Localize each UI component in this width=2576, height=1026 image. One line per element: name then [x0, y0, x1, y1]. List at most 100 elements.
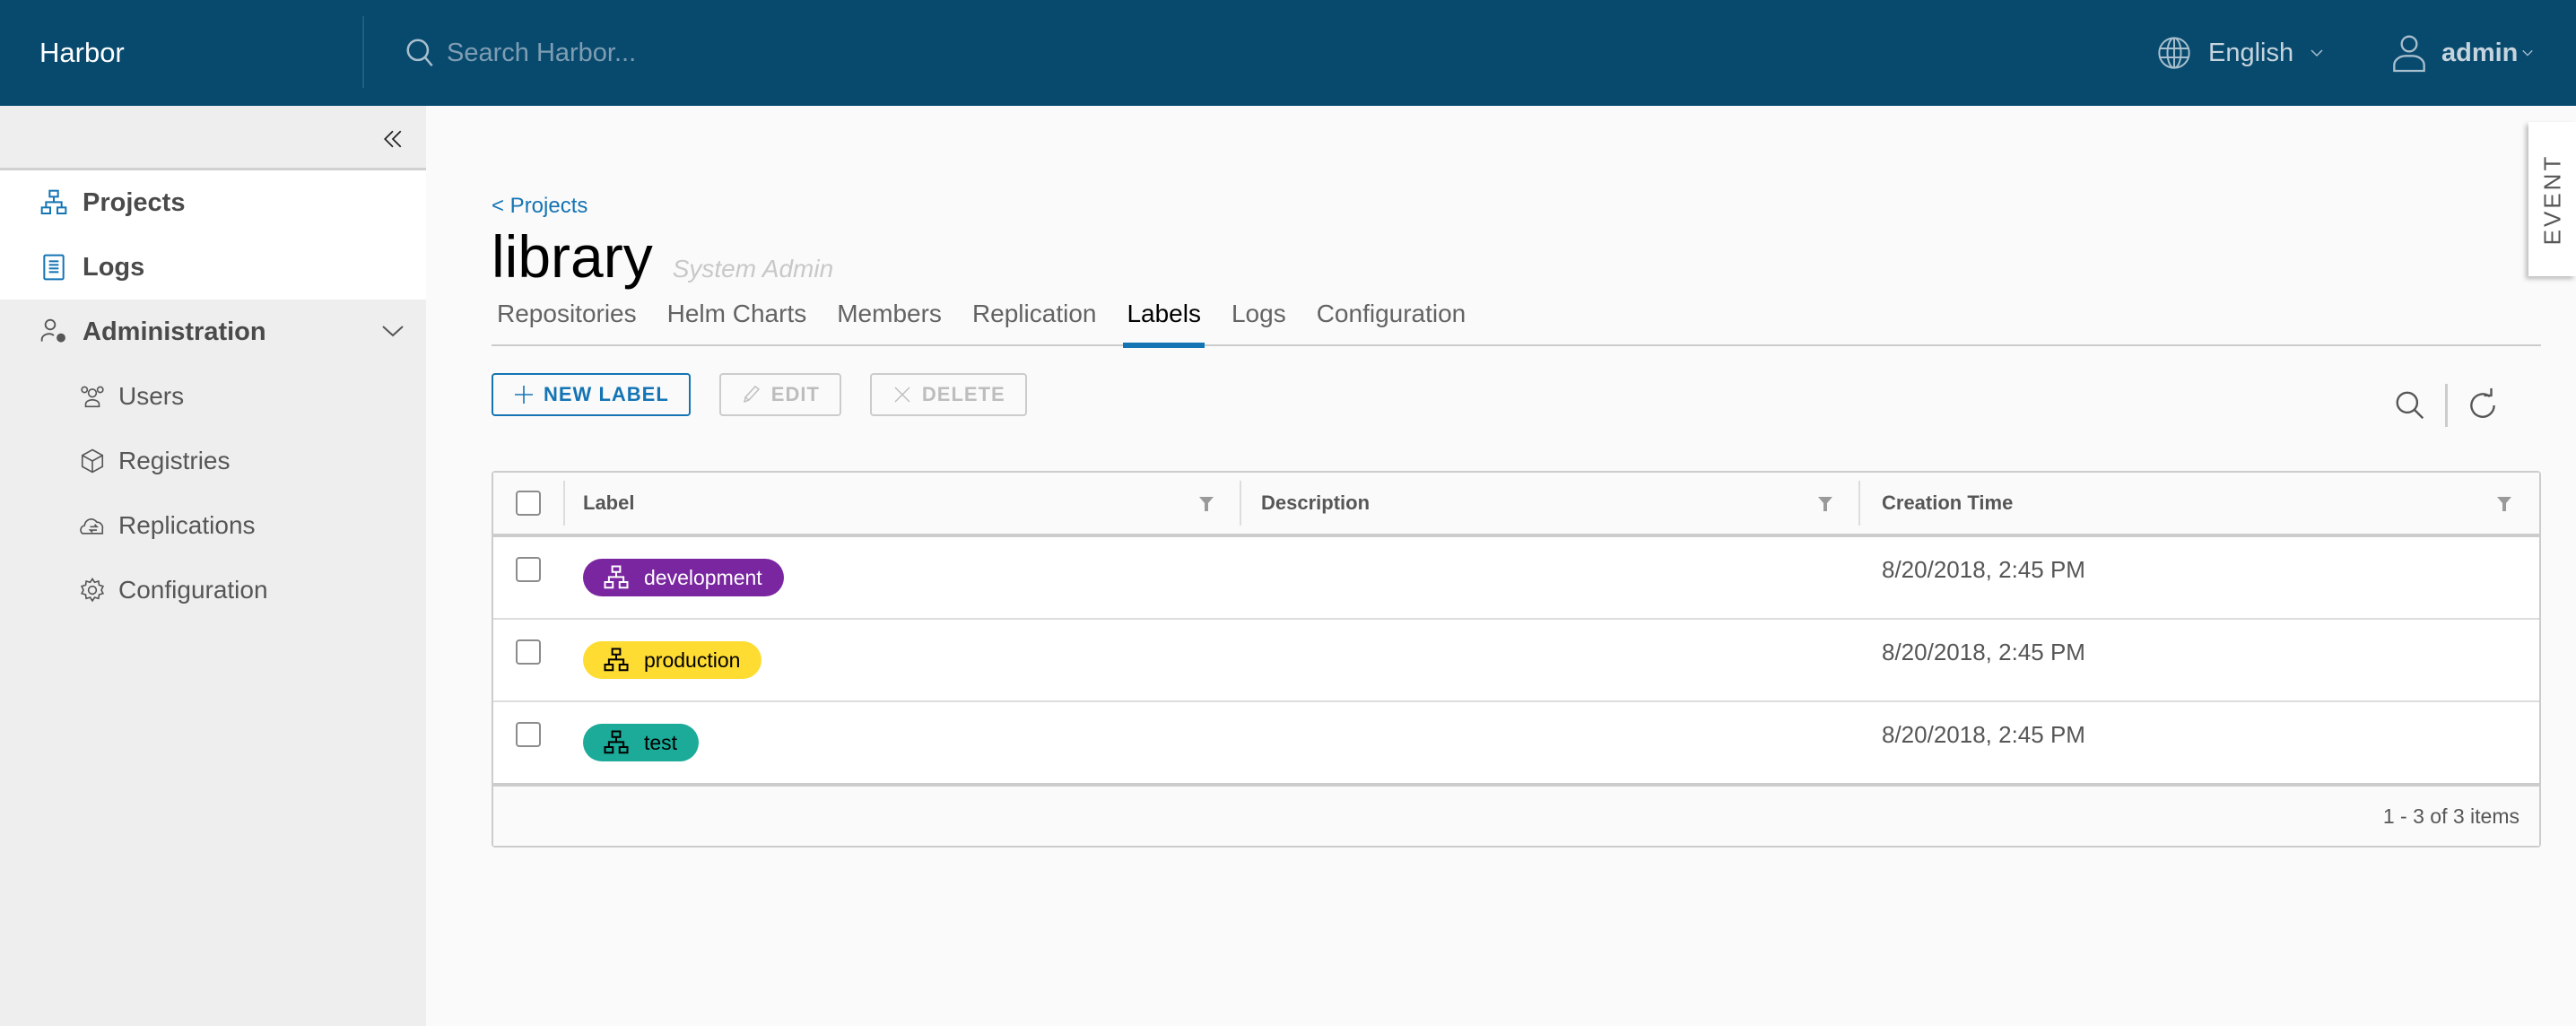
sidebar-item-users[interactable]: Users — [0, 364, 426, 429]
select-all-checkbox[interactable] — [516, 491, 541, 516]
pagination-count: 1 - 3 of 3 items — [2382, 804, 2519, 828]
tab-labels[interactable]: Labels — [1123, 300, 1205, 348]
column-header-text: Creation Time — [1882, 491, 2014, 514]
new-label-button-text: NEW LABEL — [544, 383, 669, 405]
sidebar-item-registries[interactable]: Registries — [0, 429, 426, 493]
column-header-description[interactable]: Description — [1240, 481, 1858, 526]
table-body: development 8/20/2018, 2:45 PM productio… — [493, 537, 2539, 785]
projects-icon — [40, 189, 67, 214]
sidebar-item-replications[interactable]: Replications — [0, 493, 426, 558]
users-icon — [81, 386, 104, 408]
sidebar-item-logs[interactable]: Logs — [0, 235, 426, 300]
collapse-sidebar-icon[interactable] — [379, 126, 406, 152]
role-badge: System Admin — [672, 255, 834, 283]
sidebar-item-configuration[interactable]: Configuration — [0, 558, 426, 622]
table-footer: 1 - 3 of 3 items — [493, 783, 2539, 846]
pencil-icon — [743, 386, 760, 404]
global-search[interactable] — [404, 0, 895, 106]
description-cell — [1240, 620, 1858, 700]
creation-time-cell: 8/20/2018, 2:45 PM — [1882, 721, 2085, 748]
label-badge[interactable]: test — [583, 724, 700, 761]
plus-icon — [515, 386, 533, 404]
sidebar-item-label: Configuration — [118, 576, 268, 604]
sidebar-item-label: Projects — [83, 187, 186, 217]
registries-icon — [81, 448, 104, 474]
label-badge[interactable]: production — [583, 641, 762, 679]
tab-logs[interactable]: Logs — [1231, 300, 1286, 346]
delete-button-text: DELETE — [921, 383, 1005, 405]
label-name: production — [644, 648, 741, 672]
filter-icon[interactable] — [2496, 495, 2512, 513]
edit-button-text: EDIT — [770, 383, 820, 405]
tab-replication[interactable]: Replication — [972, 300, 1097, 346]
row-select-cell — [493, 537, 563, 618]
sidebar-item-label: Logs — [83, 252, 145, 282]
chevron-down-icon — [2522, 49, 2534, 57]
page-title-row: library System Admin — [492, 222, 833, 291]
tab-repositories[interactable]: Repositories — [497, 300, 637, 346]
description-cell — [1240, 702, 1858, 783]
search-input[interactable] — [447, 38, 895, 68]
brand-name[interactable]: Harbor — [39, 0, 125, 106]
header-divider — [362, 16, 364, 88]
row-checkbox[interactable] — [516, 557, 541, 582]
username: admin — [2441, 38, 2519, 67]
column-header-label[interactable]: Label — [563, 481, 1240, 526]
user-icon — [2393, 35, 2425, 73]
label-name: test — [644, 730, 678, 754]
row-checkbox[interactable] — [516, 722, 541, 747]
label-name: development — [644, 565, 762, 589]
table-row[interactable]: development 8/20/2018, 2:45 PM — [493, 537, 2539, 620]
tab-configuration[interactable]: Configuration — [1317, 300, 1466, 346]
edit-button[interactable]: EDIT — [718, 373, 841, 416]
event-panel-toggle[interactable]: EVENT — [2528, 122, 2576, 276]
filter-icon[interactable] — [1198, 495, 1214, 513]
search-icon — [406, 39, 433, 67]
project-tabs: Repositories Helm Charts Members Replica… — [492, 300, 2541, 348]
label-badge[interactable]: development — [583, 559, 784, 596]
label-icon — [604, 565, 629, 589]
label-cell: development — [563, 537, 1240, 618]
new-label-button[interactable]: NEW LABEL — [492, 373, 691, 416]
breadcrumb-projects-link[interactable]: < Projects — [492, 194, 587, 219]
column-header-text: Label — [583, 491, 635, 514]
table-header: Label Description Creation Time — [493, 473, 2539, 537]
label-toolbar: NEW LABEL EDIT DELETE — [492, 373, 1056, 416]
creation-time-cell: 8/20/2018, 2:45 PM — [1882, 639, 2085, 665]
delete-button[interactable]: DELETE — [869, 373, 1027, 416]
label-icon — [604, 730, 629, 754]
top-header: Harbor English admin — [0, 0, 2576, 106]
page-title: library — [492, 223, 653, 290]
language-selector[interactable]: English — [2156, 0, 2324, 106]
configuration-icon — [80, 578, 105, 603]
description-cell — [1240, 537, 1858, 618]
refresh-icon[interactable] — [2466, 388, 2500, 422]
sidebar-group-administration[interactable]: Administration — [0, 300, 426, 364]
column-header-text: Description — [1261, 491, 1371, 514]
globe-icon — [2158, 37, 2190, 69]
column-header-creation-time[interactable]: Creation Time — [1858, 481, 2537, 526]
language-label: English — [2208, 38, 2294, 67]
sidebar-item-projects[interactable]: Projects — [0, 170, 426, 235]
label-icon — [604, 648, 629, 672]
row-checkbox[interactable] — [516, 639, 541, 665]
replications-icon — [80, 518, 104, 535]
labels-table: Label Description Creation Time developm… — [492, 471, 2541, 848]
search-icon[interactable] — [2393, 388, 2427, 422]
chevron-down-icon — [2311, 49, 2323, 57]
sidebar: Projects Logs Administration Users Regis… — [0, 106, 426, 1026]
sidebar-collapse-row — [0, 106, 426, 170]
filter-icon[interactable] — [1817, 495, 1833, 513]
user-menu[interactable]: admin — [2391, 0, 2534, 106]
label-cell: test — [563, 702, 1240, 783]
logs-icon — [43, 254, 65, 281]
select-all-cell — [493, 491, 563, 516]
tab-members[interactable]: Members — [837, 300, 942, 346]
tab-helm-charts[interactable]: Helm Charts — [667, 300, 807, 346]
table-row[interactable]: test 8/20/2018, 2:45 PM — [493, 702, 2539, 785]
administration-icon — [40, 318, 65, 343]
table-row[interactable]: production 8/20/2018, 2:45 PM — [493, 620, 2539, 702]
sidebar-item-label: Registries — [118, 447, 231, 474]
sidebar-item-label: Users — [118, 382, 185, 410]
sidebar-group-label: Administration — [83, 317, 266, 346]
